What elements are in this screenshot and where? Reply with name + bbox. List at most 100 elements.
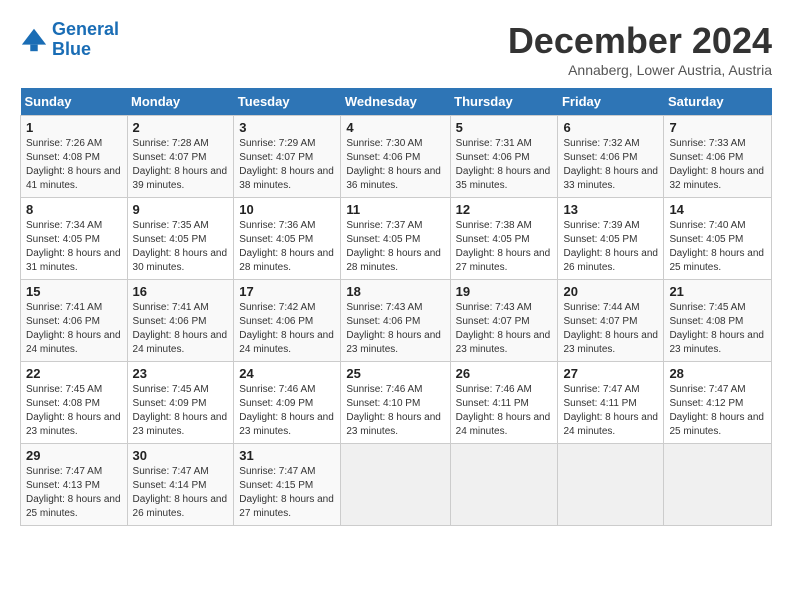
calendar-day-cell: 19 Sunrise: 7:43 AMSunset: 4:07 PMDayligh…: [450, 280, 558, 362]
calendar-week-row: 22 Sunrise: 7:45 AMSunset: 4:08 PMDayligh…: [21, 362, 772, 444]
calendar-day-cell: 25 Sunrise: 7:46 AMSunset: 4:10 PMDayligh…: [341, 362, 450, 444]
calendar-day-cell: 18 Sunrise: 7:43 AMSunset: 4:06 PMDayligh…: [341, 280, 450, 362]
calendar-day-cell: 9 Sunrise: 7:35 AMSunset: 4:05 PMDaylight…: [127, 198, 234, 280]
day-number: 29: [26, 448, 122, 463]
day-number: 4: [346, 120, 444, 135]
day-info: Sunrise: 7:47 AMSunset: 4:11 PMDaylight:…: [563, 383, 658, 439]
calendar-day-cell: 11 Sunrise: 7:37 AMSunset: 4:05 PMDayligh…: [341, 198, 450, 280]
day-number: 23: [133, 366, 229, 381]
day-info: Sunrise: 7:30 AMSunset: 4:06 PMDaylight:…: [346, 137, 444, 193]
calendar-week-row: 8 Sunrise: 7:34 AMSunset: 4:05 PMDaylight…: [21, 198, 772, 280]
day-number: 1: [26, 120, 122, 135]
day-of-week-header: Wednesday: [341, 88, 450, 116]
day-of-week-header: Saturday: [664, 88, 772, 116]
day-info: Sunrise: 7:46 AMSunset: 4:10 PMDaylight:…: [346, 383, 444, 439]
day-info: Sunrise: 7:29 AMSunset: 4:07 PMDaylight:…: [239, 137, 335, 193]
location-subtitle: Annaberg, Lower Austria, Austria: [508, 62, 772, 78]
calendar-day-cell: 31 Sunrise: 7:47 AMSunset: 4:15 PMDayligh…: [234, 444, 341, 526]
logo: General Blue: [20, 20, 119, 60]
day-info: Sunrise: 7:37 AMSunset: 4:05 PMDaylight:…: [346, 219, 444, 275]
day-info: Sunrise: 7:31 AMSunset: 4:06 PMDaylight:…: [456, 137, 553, 193]
calendar-day-cell: 16Sunrise: 7:41 AMSunset: 4:06 PMDayligh…: [127, 280, 234, 362]
calendar-day-cell: 30 Sunrise: 7:47 AMSunset: 4:14 PMDayligh…: [127, 444, 234, 526]
day-number: 26: [456, 366, 553, 381]
logo-icon: [20, 26, 48, 54]
calendar-day-cell: 10 Sunrise: 7:36 AMSunset: 4:05 PMDayligh…: [234, 198, 341, 280]
day-info: Sunrise: 7:43 AMSunset: 4:07 PMDaylight:…: [456, 301, 553, 357]
calendar-day-cell: 29 Sunrise: 7:47 AMSunset: 4:13 PMDayligh…: [21, 444, 128, 526]
day-info: Sunrise: 7:44 AMSunset: 4:07 PMDaylight:…: [563, 301, 658, 357]
day-info: Sunrise: 7:32 AMSunset: 4:06 PMDaylight:…: [563, 137, 658, 193]
day-number: 8: [26, 202, 122, 217]
day-number: 25: [346, 366, 444, 381]
day-info: Sunrise: 7:40 AMSunset: 4:05 PMDaylight:…: [669, 219, 766, 275]
day-info: Sunrise: 7:47 AMSunset: 4:13 PMDaylight:…: [26, 465, 122, 521]
day-info: Sunrise: 7:45 AMSunset: 4:08 PMDaylight:…: [26, 383, 122, 439]
day-number: 31: [239, 448, 335, 463]
calendar-day-cell: 3 Sunrise: 7:29 AMSunset: 4:07 PMDaylight…: [234, 116, 341, 198]
calendar-week-row: 1 Sunrise: 7:26 AMSunset: 4:08 PMDaylight…: [21, 116, 772, 198]
calendar-day-cell: 21 Sunrise: 7:45 AMSunset: 4:08 PMDayligh…: [664, 280, 772, 362]
calendar-day-cell: 17 Sunrise: 7:42 AMSunset: 4:06 PMDayligh…: [234, 280, 341, 362]
day-number: 11: [346, 202, 444, 217]
calendar-day-cell: 6 Sunrise: 7:32 AMSunset: 4:06 PMDaylight…: [558, 116, 664, 198]
day-number: 30: [133, 448, 229, 463]
day-info: Sunrise: 7:41 AMSunset: 4:06 PMDaylight:…: [26, 301, 122, 357]
calendar-day-cell: 24 Sunrise: 7:46 AMSunset: 4:09 PMDayligh…: [234, 362, 341, 444]
day-info: Sunrise: 7:36 AMSunset: 4:05 PMDaylight:…: [239, 219, 335, 275]
day-number: 12: [456, 202, 553, 217]
day-of-week-header: Friday: [558, 88, 664, 116]
calendar-day-cell: [558, 444, 664, 526]
page-header: General Blue December 2024 Annaberg, Low…: [20, 20, 772, 78]
day-number: 3: [239, 120, 335, 135]
calendar-header-row: SundayMondayTuesdayWednesdayThursdayFrid…: [21, 88, 772, 116]
day-number: 17: [239, 284, 335, 299]
day-info: Sunrise: 7:35 AMSunset: 4:05 PMDaylight:…: [133, 219, 229, 275]
day-info: Sunrise: 7:45 AMSunset: 4:08 PMDaylight:…: [669, 301, 766, 357]
day-number: 15: [26, 284, 122, 299]
day-number: 22: [26, 366, 122, 381]
calendar-day-cell: [450, 444, 558, 526]
day-number: 14: [669, 202, 766, 217]
day-info: Sunrise: 7:47 AMSunset: 4:12 PMDaylight:…: [669, 383, 766, 439]
day-info: Sunrise: 7:47 AMSunset: 4:14 PMDaylight:…: [133, 465, 229, 521]
day-info: Sunrise: 7:26 AMSunset: 4:08 PMDaylight:…: [26, 137, 122, 193]
calendar-day-cell: [664, 444, 772, 526]
day-info: Sunrise: 7:42 AMSunset: 4:06 PMDaylight:…: [239, 301, 335, 357]
day-number: 18: [346, 284, 444, 299]
day-number: 9: [133, 202, 229, 217]
calendar-day-cell: 13Sunrise: 7:39 AMSunset: 4:05 PMDayligh…: [558, 198, 664, 280]
day-info: Sunrise: 7:41 AMSunset: 4:06 PMDaylight:…: [133, 301, 229, 357]
day-number: 27: [563, 366, 658, 381]
calendar-day-cell: [341, 444, 450, 526]
calendar-day-cell: 12 Sunrise: 7:38 AMSunset: 4:05 PMDayligh…: [450, 198, 558, 280]
day-info: Sunrise: 7:28 AMSunset: 4:07 PMDaylight:…: [133, 137, 229, 193]
day-of-week-header: Thursday: [450, 88, 558, 116]
calendar-day-cell: 22 Sunrise: 7:45 AMSunset: 4:08 PMDayligh…: [21, 362, 128, 444]
calendar-day-cell: 26Sunrise: 7:46 AMSunset: 4:11 PMDayligh…: [450, 362, 558, 444]
calendar-day-cell: 8 Sunrise: 7:34 AMSunset: 4:05 PMDaylight…: [21, 198, 128, 280]
day-of-week-header: Sunday: [21, 88, 128, 116]
day-info: Sunrise: 7:38 AMSunset: 4:05 PMDaylight:…: [456, 219, 553, 275]
day-number: 20: [563, 284, 658, 299]
day-info: Sunrise: 7:46 AMSunset: 4:09 PMDaylight:…: [239, 383, 335, 439]
day-of-week-header: Monday: [127, 88, 234, 116]
day-number: 6: [563, 120, 658, 135]
day-info: Sunrise: 7:33 AMSunset: 4:06 PMDaylight:…: [669, 137, 766, 193]
day-info: Sunrise: 7:47 AMSunset: 4:15 PMDaylight:…: [239, 465, 335, 521]
calendar-week-row: 29 Sunrise: 7:47 AMSunset: 4:13 PMDayligh…: [21, 444, 772, 526]
calendar-day-cell: 2Sunrise: 7:28 AMSunset: 4:07 PMDaylight…: [127, 116, 234, 198]
calendar-day-cell: 7 Sunrise: 7:33 AMSunset: 4:06 PMDaylight…: [664, 116, 772, 198]
day-number: 21: [669, 284, 766, 299]
calendar-day-cell: 27 Sunrise: 7:47 AMSunset: 4:11 PMDayligh…: [558, 362, 664, 444]
day-info: Sunrise: 7:34 AMSunset: 4:05 PMDaylight:…: [26, 219, 122, 275]
day-number: 10: [239, 202, 335, 217]
logo-text: General Blue: [52, 20, 119, 60]
day-number: 28: [669, 366, 766, 381]
day-number: 7: [669, 120, 766, 135]
day-number: 5: [456, 120, 553, 135]
day-number: 19: [456, 284, 553, 299]
day-info: Sunrise: 7:43 AMSunset: 4:06 PMDaylight:…: [346, 301, 444, 357]
day-info: Sunrise: 7:39 AMSunset: 4:05 PMDaylight:…: [563, 219, 658, 275]
day-number: 24: [239, 366, 335, 381]
